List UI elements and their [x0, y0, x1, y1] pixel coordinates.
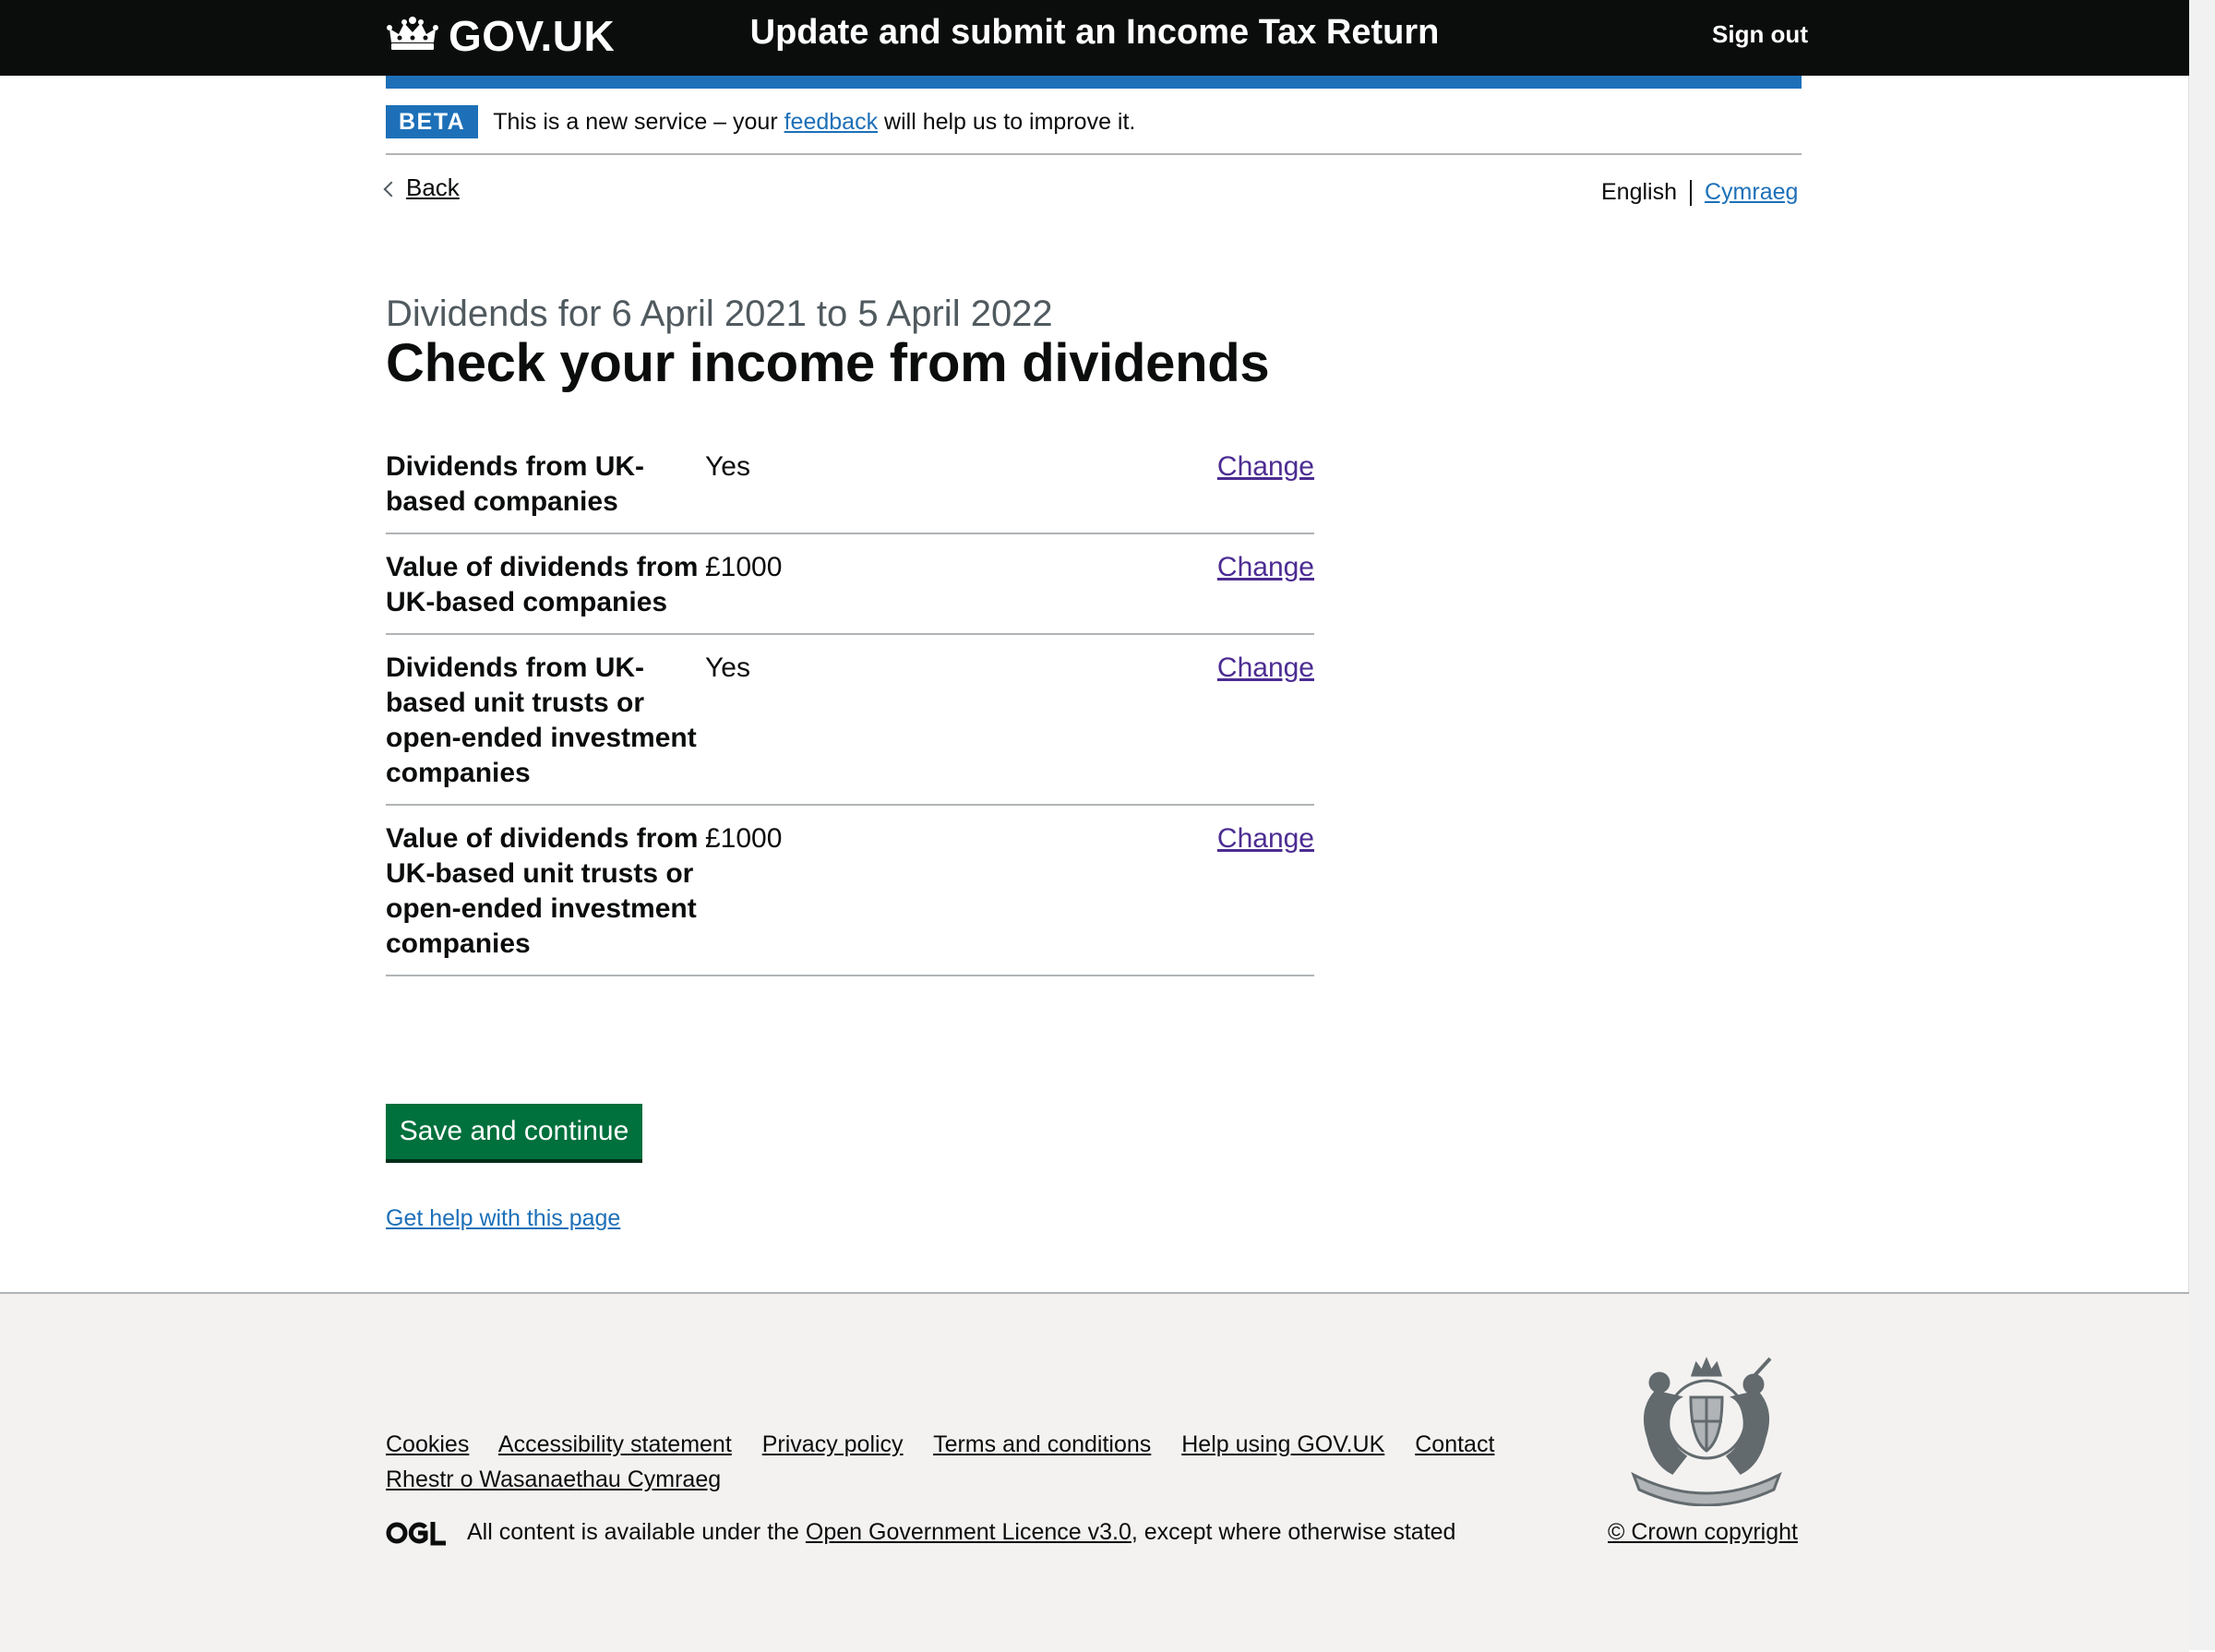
beta-tag: BETA [386, 105, 479, 138]
summary-row: Value of dividends from UK-based unit tr… [386, 806, 1314, 976]
summary-value: £1000 [705, 823, 783, 854]
licence-statement: All content is available under the Open … [386, 1519, 1455, 1546]
ogl-logo-icon [386, 1521, 446, 1545]
footer-link-privacy[interactable]: Privacy policy [762, 1431, 904, 1457]
crown-copyright-link[interactable]: © Crown copyright [1608, 1519, 1798, 1546]
back-link-label: Back [406, 174, 460, 201]
site-footer: Cookies Accessibility statement Privacy … [0, 1292, 2189, 1652]
summary-row: Value of dividends from UK-based compani… [386, 534, 1314, 635]
summary-value: £1000 [705, 552, 783, 582]
phase-text-after: will help us to improve it. [884, 108, 1136, 135]
lang-divider [1690, 179, 1692, 206]
ogl-licence-link[interactable]: Open Government Licence v3.0 [806, 1519, 1131, 1545]
save-and-continue-button[interactable]: Save and continue [386, 1104, 642, 1159]
phase-text-before: This is a new service – your [493, 108, 778, 135]
summary-list: Dividends from UK-based companies Yes Ch… [386, 434, 1314, 976]
change-link[interactable]: Change [1217, 552, 1314, 582]
licence-text-before: All content is available under the [467, 1519, 799, 1545]
lang-english-current: English [1601, 179, 1677, 205]
summary-value: Yes [705, 451, 750, 482]
summary-value: Yes [705, 652, 750, 683]
back-link[interactable]: Back [383, 174, 460, 202]
summary-action: Change [1185, 821, 1314, 962]
chevron-left-icon [383, 181, 400, 197]
summary-action: Change [1185, 449, 1314, 520]
page-caption: Dividends for 6 April 2021 to 5 April 20… [386, 293, 1053, 334]
summary-key: Dividends from UK-based unit trusts or o… [386, 652, 697, 788]
licence-text: All content is available under the Open … [467, 1519, 1455, 1546]
footer-link-cookies[interactable]: Cookies [386, 1431, 469, 1457]
royal-coat-of-arms-icon [1631, 1357, 1782, 1506]
lang-welsh-link[interactable]: Cymraeg [1705, 179, 1798, 206]
change-link[interactable]: Change [1217, 451, 1314, 482]
footer-link-accessibility[interactable]: Accessibility statement [498, 1431, 732, 1457]
summary-row: Dividends from UK-based companies Yes Ch… [386, 434, 1314, 534]
change-link[interactable]: Change [1217, 823, 1314, 854]
summary-row: Dividends from UK-based unit trusts or o… [386, 635, 1314, 806]
get-help-link[interactable]: Get help with this page [386, 1205, 620, 1232]
summary-key: Dividends from UK-based companies [386, 451, 645, 517]
feedback-link[interactable]: feedback [784, 109, 878, 135]
footer-link-contact[interactable]: Contact [1415, 1431, 1494, 1457]
footer-link-welsh-services[interactable]: Rhestr o Wasanaethau Cymraeg [386, 1466, 721, 1492]
sign-out-link[interactable]: Sign out [1712, 20, 1808, 49]
summary-action: Change [1185, 651, 1314, 791]
footer-links: Cookies Accessibility statement Privacy … [386, 1427, 1530, 1497]
summary-key: Value of dividends from UK-based compani… [386, 552, 699, 617]
change-link[interactable]: Change [1217, 652, 1314, 683]
phase-banner-text: This is a new service – your feedback wi… [493, 109, 1135, 136]
footer-link-help[interactable]: Help using GOV.UK [1181, 1431, 1384, 1457]
phase-banner: BETA This is a new service – your feedba… [386, 102, 1802, 155]
page-scrollbar[interactable] [2188, 0, 2215, 1650]
service-name[interactable]: Update and submit an Income Tax Return [0, 13, 2189, 53]
footer-link-terms[interactable]: Terms and conditions [933, 1431, 1151, 1457]
summary-action: Change [1185, 550, 1314, 620]
header-accent-bar [386, 76, 1802, 89]
site-header: GOV.UK Update and submit an Income Tax R… [0, 0, 2189, 76]
language-toggle: English Cymraeg [1601, 179, 1798, 206]
licence-text-after: , except where otherwise stated [1131, 1519, 1456, 1545]
summary-key: Value of dividends from UK-based unit tr… [386, 823, 699, 959]
page-title: Check your income from dividends [386, 333, 1270, 393]
